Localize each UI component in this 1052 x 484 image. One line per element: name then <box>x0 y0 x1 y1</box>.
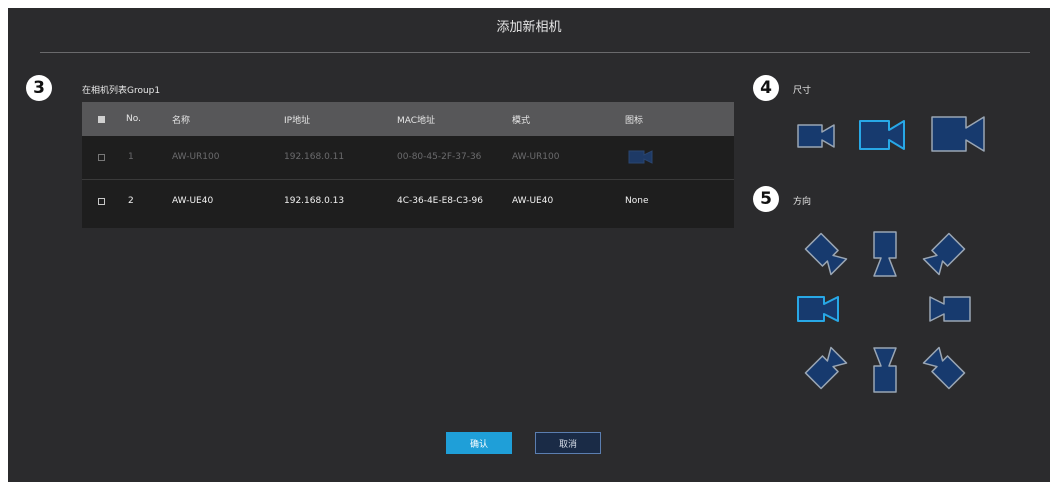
row-ip: 192.168.0.11 <box>284 152 345 162</box>
row-checkbox <box>98 153 105 161</box>
table-header-row: No. 名称 IP地址 MAC地址 模式 图标 <box>82 102 734 136</box>
step-badge-5: 5 <box>753 186 779 212</box>
row-mac: 00-80-45-2F-37-36 <box>397 152 482 162</box>
direction-left-icon[interactable] <box>796 294 840 324</box>
camera-table: No. 名称 IP地址 MAC地址 模式 图标 1 AW-UR100 192.1… <box>82 102 734 228</box>
dialog-title: 添加新相机 <box>496 20 562 35</box>
row-ip: 192.168.0.13 <box>284 196 345 206</box>
title-divider <box>40 52 1030 53</box>
row-name: AW-UE40 <box>172 196 214 206</box>
step-badge-3: 3 <box>26 75 52 101</box>
table-row: 1 AW-UR100 192.168.0.11 00-80-45-2F-37-3… <box>82 136 734 178</box>
direction-down-left-icon[interactable] <box>798 340 854 396</box>
direction-up-left-icon[interactable] <box>798 226 854 282</box>
row-icon-value: None <box>625 196 649 206</box>
row-no: 2 <box>128 196 134 206</box>
step-badge-4: 4 <box>753 75 779 101</box>
direction-down-icon[interactable] <box>867 342 903 398</box>
size-large-camera-icon[interactable] <box>930 114 986 154</box>
direction-down-right-icon[interactable] <box>916 340 972 396</box>
row-model: AW-UE40 <box>512 196 554 206</box>
table-row[interactable]: 2 AW-UE40 192.168.0.13 4C-36-4E-E8-C3-96… <box>82 180 734 222</box>
cancel-button[interactable]: 取消 <box>535 432 601 454</box>
direction-right-icon[interactable] <box>928 294 972 324</box>
direction-label: 方向 <box>793 197 812 207</box>
camera-list-label: 在相机列表Group1 <box>82 86 161 96</box>
direction-up-icon[interactable] <box>867 226 903 282</box>
column-header-model: 模式 <box>512 115 531 126</box>
camera-icon <box>628 150 653 164</box>
confirm-button[interactable]: 确认 <box>446 432 512 454</box>
column-header-mac: MAC地址 <box>397 115 436 126</box>
row-no: 1 <box>128 152 134 162</box>
column-header-icon: 图标 <box>625 115 644 126</box>
row-checkbox[interactable] <box>98 197 105 205</box>
size-small-camera-icon[interactable] <box>796 122 836 150</box>
column-header-no: No. <box>126 114 141 124</box>
row-name: AW-UR100 <box>172 152 220 162</box>
select-all-checkbox[interactable] <box>98 115 105 123</box>
direction-up-right-icon[interactable] <box>916 226 972 282</box>
column-header-ip: IP地址 <box>284 115 311 126</box>
row-mac: 4C-36-4E-E8-C3-96 <box>397 196 483 206</box>
size-medium-camera-icon[interactable] <box>858 118 906 152</box>
column-header-name: 名称 <box>172 115 191 126</box>
add-camera-dialog: 添加新相机 3 在相机列表Group1 No. 名称 IP地址 MAC地址 模式… <box>8 8 1050 482</box>
size-label: 尺寸 <box>793 86 812 96</box>
row-model: AW-UR100 <box>512 152 560 162</box>
